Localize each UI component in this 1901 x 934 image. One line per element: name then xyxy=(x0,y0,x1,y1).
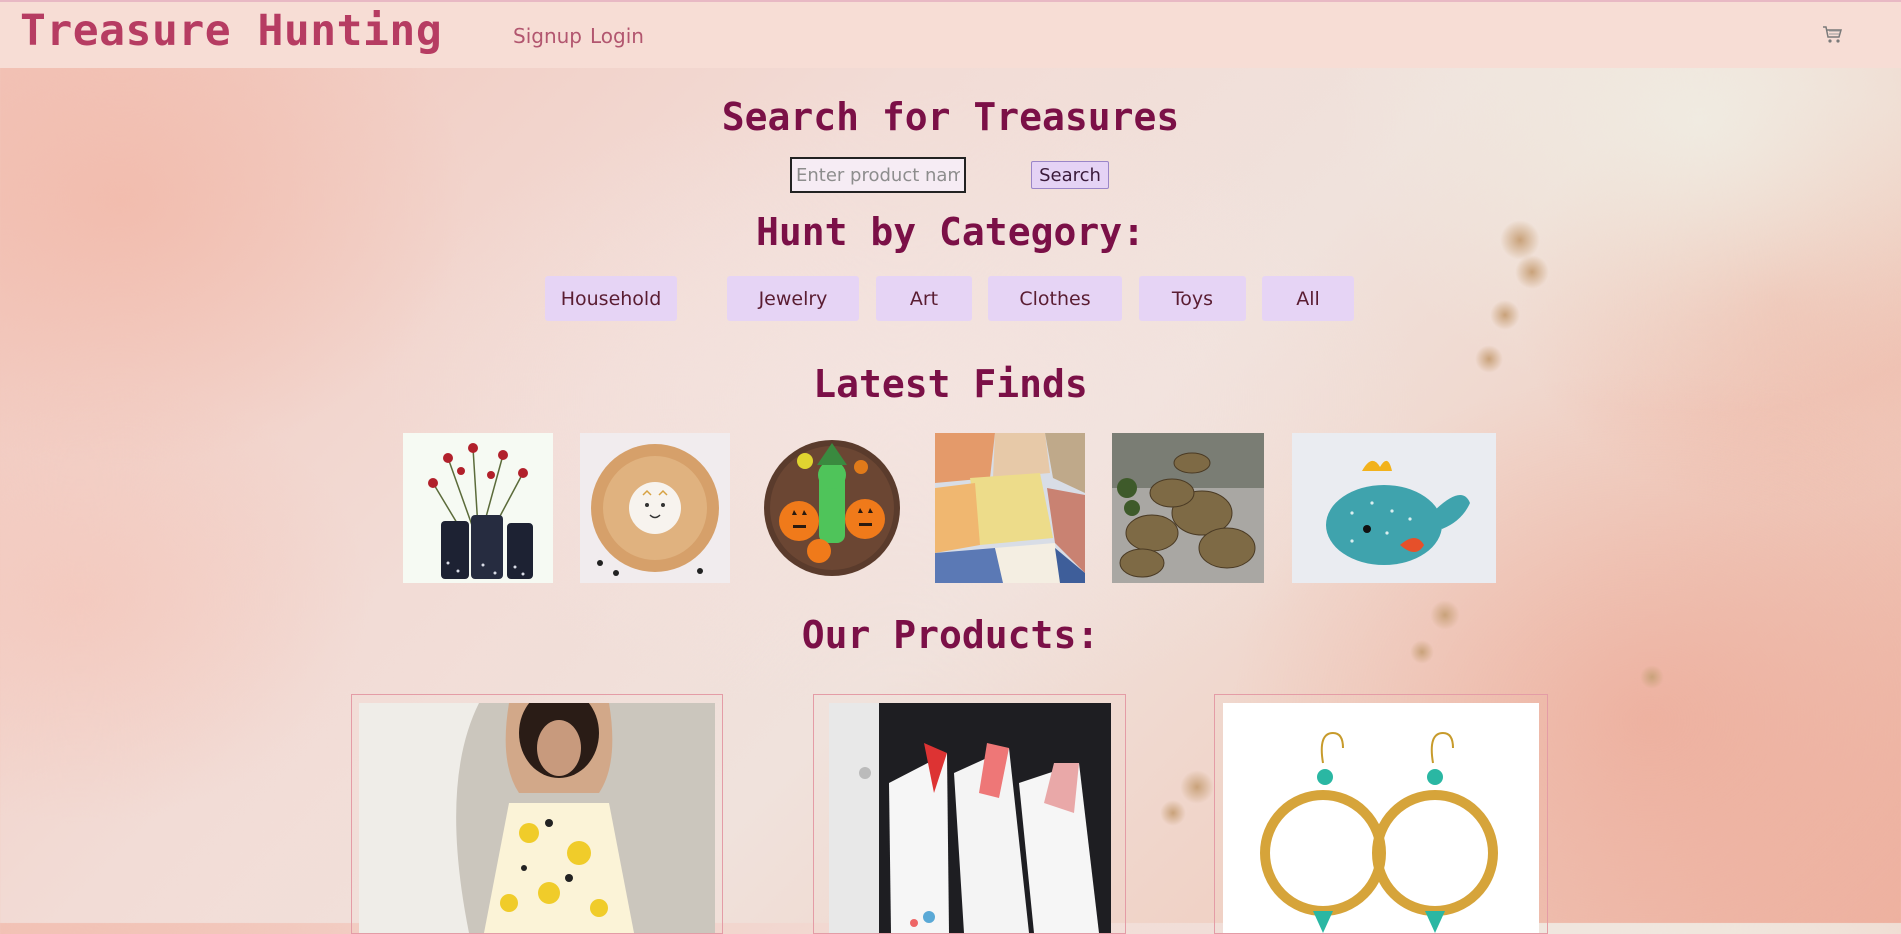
halloween-cookie-image[interactable] xyxy=(757,433,907,583)
search-title: Search for Treasures xyxy=(721,95,1180,139)
product-card[interactable] xyxy=(351,694,723,934)
brand-logo[interactable]: Treasure Hunting xyxy=(20,6,442,56)
yellow-floral-dress-image[interactable] xyxy=(359,703,715,933)
search-button[interactable]: Search xyxy=(1031,161,1109,189)
handmade-soaps-image[interactable] xyxy=(935,433,1085,583)
gold-turquoise-earrings-image[interactable] xyxy=(1223,703,1539,933)
category-art-button[interactable]: Art xyxy=(876,276,972,321)
login-link[interactable]: Login xyxy=(590,24,644,48)
top-navbar: Treasure Hunting Signup Login xyxy=(0,0,1901,68)
latest-finds-title: Latest Finds xyxy=(813,362,1088,406)
wicker-baskets-image[interactable] xyxy=(1112,433,1264,583)
whale-plush-image[interactable] xyxy=(1292,433,1496,583)
lion-wall-hanging-image[interactable] xyxy=(580,433,730,583)
category-toys-button[interactable]: Toys xyxy=(1139,276,1246,321)
category-jewelry-button[interactable]: Jewelry xyxy=(727,276,859,321)
search-input[interactable] xyxy=(790,157,966,193)
vases-with-flowers-image[interactable] xyxy=(403,433,553,583)
category-title: Hunt by Category: xyxy=(756,210,1145,254)
category-all-button[interactable]: All xyxy=(1262,276,1354,321)
product-card[interactable] xyxy=(813,694,1126,934)
signup-link[interactable]: Signup xyxy=(513,24,582,48)
kitchen-towels-image[interactable] xyxy=(829,703,1111,933)
products-title: Our Products: xyxy=(801,613,1100,657)
category-clothes-button[interactable]: Clothes xyxy=(988,276,1122,321)
category-household-button[interactable]: Household xyxy=(545,276,677,321)
product-card[interactable] xyxy=(1214,694,1548,934)
shopping-cart-icon[interactable] xyxy=(1822,24,1844,46)
